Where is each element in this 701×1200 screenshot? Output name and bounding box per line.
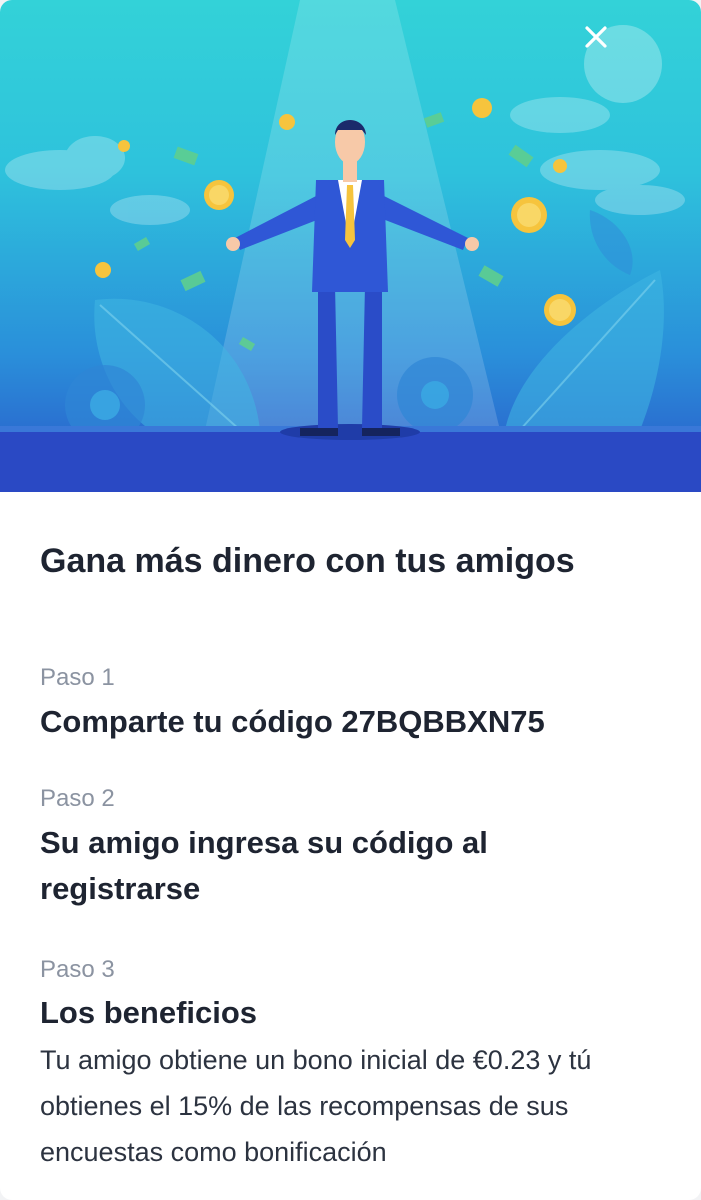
step-3-title: Los beneficios [40, 995, 258, 1030]
close-icon [585, 26, 607, 48]
step-3-description: Tu amigo obtiene un bono inicial de €0.2… [40, 1045, 592, 1167]
hero-banner [0, 0, 701, 492]
step-1-title: Comparte tu código 27BQBBXN75 [40, 704, 545, 739]
step-2-title: Su amigo ingresa su código al registrars… [40, 825, 488, 906]
step-1-label: Paso 1 [40, 664, 115, 691]
step-3-label: Paso 3 [40, 956, 115, 983]
step-2-label: Paso 2 [40, 785, 115, 812]
page-title: Gana más dinero con tus amigos [40, 542, 575, 580]
close-button[interactable] [584, 25, 662, 103]
referral-card: Gana más dinero con tus amigos Paso 1 Co… [0, 0, 701, 1200]
